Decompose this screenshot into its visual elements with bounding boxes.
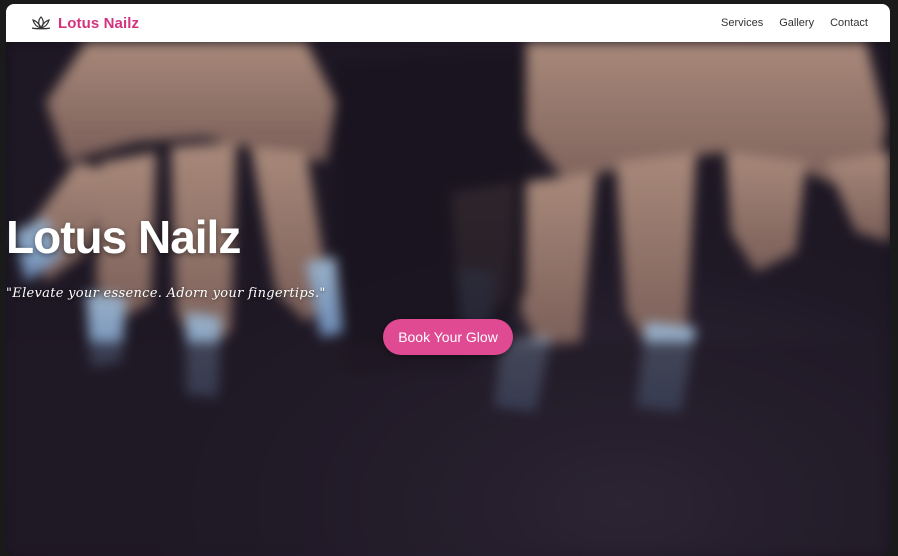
hero-section: Lotus Nailz "Elevate your essence. Adorn…: [6, 42, 890, 556]
brand-logo-link[interactable]: Lotus Nailz: [30, 15, 139, 32]
site-header: Lotus Nailz Services Gallery Contact: [6, 4, 890, 42]
nav-link-services[interactable]: Services: [721, 17, 763, 29]
nav-link-contact[interactable]: Contact: [830, 17, 868, 29]
main-nav: Services Gallery Contact: [721, 17, 868, 29]
lotus-icon: [30, 15, 52, 31]
hero-tagline: "Elevate your essence. Adorn your finger…: [6, 286, 326, 301]
browser-window: Lotus Nailz Services Gallery Contact Lot…: [6, 4, 890, 556]
brand-name: Lotus Nailz: [58, 14, 140, 32]
book-your-glow-button[interactable]: Book Your Glow: [383, 319, 513, 355]
nav-link-gallery[interactable]: Gallery: [779, 17, 814, 29]
hero-title: Lotus Nailz: [6, 211, 241, 263]
